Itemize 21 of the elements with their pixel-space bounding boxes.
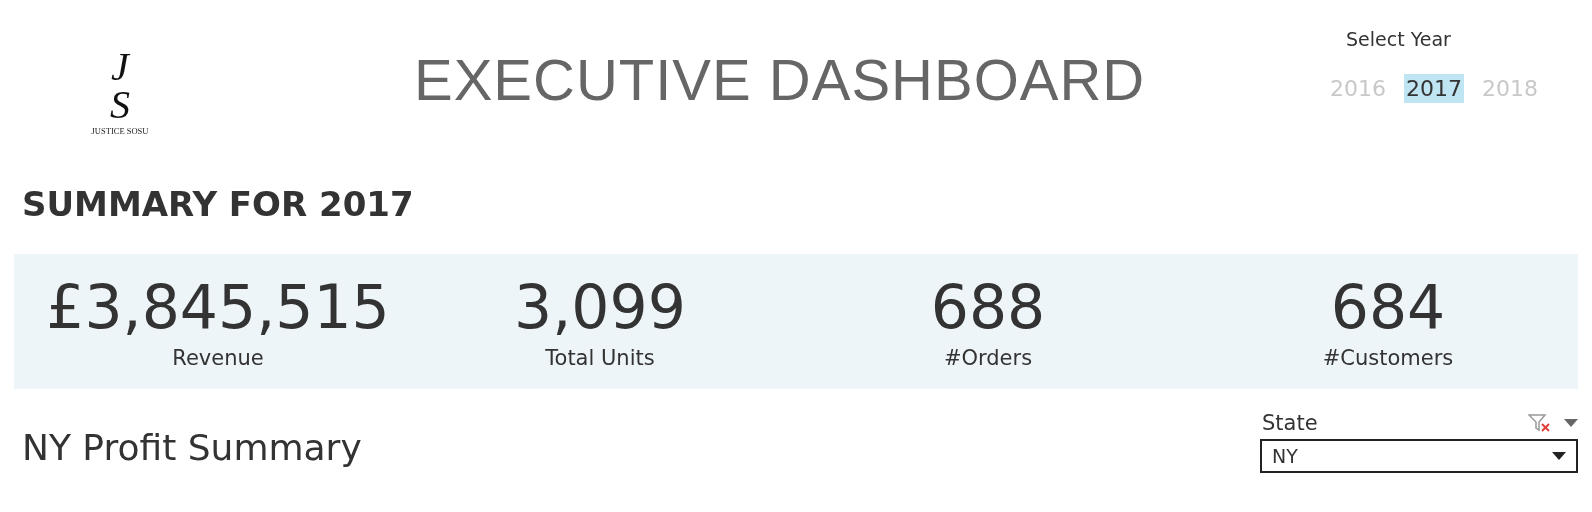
section-title: NY Profit Summary	[22, 427, 362, 468]
kpi-label: Total Units	[545, 345, 655, 370]
kpi-value: £3,845,515	[46, 273, 390, 340]
caret-icon[interactable]	[1564, 418, 1578, 428]
kpi-value: 684	[1330, 273, 1446, 340]
kpi-label: Revenue	[172, 345, 264, 370]
logo-text: JUSTICE SOSU	[91, 126, 149, 136]
summary-heading: SUMMARY FOR 2017	[22, 184, 415, 226]
caret-icon	[1552, 451, 1566, 461]
logo-letter: S	[110, 86, 130, 124]
kpi-value: 688	[930, 273, 1046, 340]
kpi-value: 3,099	[514, 273, 686, 340]
kpi-label: #Customers	[1322, 345, 1454, 370]
kpi-label: #Orders	[943, 345, 1033, 370]
year-option[interactable]: 2017	[1404, 74, 1464, 103]
clear-filter-icon[interactable]	[1528, 413, 1552, 433]
dashboard-title: EXECUTIVE DASHBOARD	[414, 46, 1146, 113]
filter-label: State	[1262, 411, 1319, 435]
logo-letter: J	[111, 48, 129, 86]
filter-label: Select Year	[1346, 28, 1451, 50]
state-dropdown[interactable]: NY	[1260, 439, 1578, 473]
